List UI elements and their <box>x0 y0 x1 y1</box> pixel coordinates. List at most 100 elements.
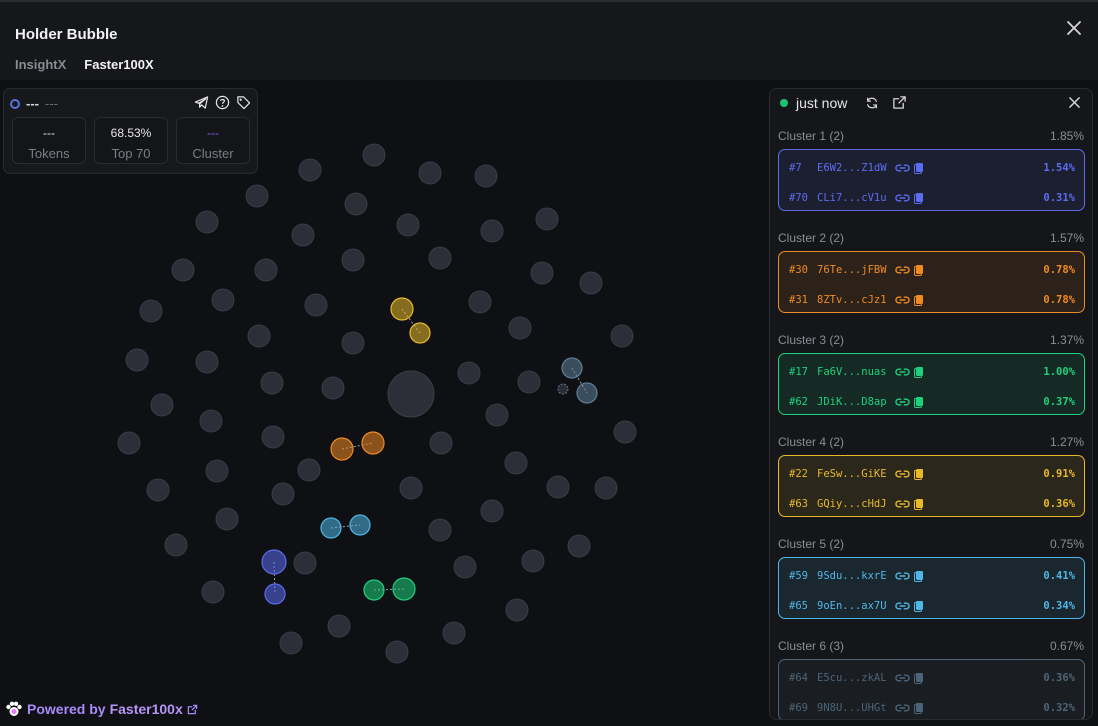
holder-bubble[interactable] <box>594 476 618 500</box>
holder-bubble[interactable] <box>517 370 541 394</box>
holder-bubble[interactable] <box>150 393 174 417</box>
copy-icon[interactable] <box>913 294 925 306</box>
holder-bubble[interactable] <box>457 361 481 385</box>
cluster-holder-row[interactable]: #63 GQiy...cHdJ 0.36% <box>789 497 1075 511</box>
link-icon[interactable] <box>895 294 910 306</box>
holder-bubble[interactable] <box>291 223 315 247</box>
copy-icon[interactable] <box>913 192 925 204</box>
cluster-bubble[interactable] <box>320 517 342 539</box>
cluster-bubble[interactable] <box>363 579 385 601</box>
holder-bubble[interactable] <box>261 425 285 449</box>
copy-icon[interactable] <box>913 498 925 510</box>
holder-bubble[interactable] <box>195 350 219 374</box>
cluster-holder-row[interactable]: #17 Fa6V...nuas 1.00% <box>789 365 1075 379</box>
copy-icon[interactable] <box>913 264 925 276</box>
holder-bubble[interactable] <box>245 184 269 208</box>
copy-icon[interactable] <box>913 396 925 408</box>
holder-bubble[interactable] <box>613 420 637 444</box>
cluster-bubble[interactable] <box>392 577 416 601</box>
holder-bubble[interactable] <box>418 161 442 185</box>
holder-bubble[interactable] <box>341 248 365 272</box>
copy-icon[interactable] <box>913 162 925 174</box>
cluster-bubble[interactable] <box>390 297 414 321</box>
holder-bubble[interactable] <box>205 459 229 483</box>
link-icon[interactable] <box>895 570 910 582</box>
holder-bubble[interactable] <box>428 518 452 542</box>
link-icon[interactable] <box>895 672 910 684</box>
holder-bubble[interactable] <box>139 299 163 323</box>
link-icon[interactable] <box>895 468 910 480</box>
holder-bubble[interactable] <box>579 271 603 295</box>
holder-bubble[interactable] <box>321 376 345 400</box>
cluster-holder-row[interactable]: #59 9Sdu...kxrE 0.41% <box>789 569 1075 583</box>
cluster-bubble[interactable] <box>330 437 354 461</box>
cluster-holder-row[interactable]: #65 9oEn...ax7U 0.34% <box>789 599 1075 613</box>
holder-bubble[interactable] <box>474 164 498 188</box>
holder-bubble[interactable] <box>508 316 532 340</box>
cluster-bubble[interactable] <box>261 549 287 575</box>
holder-bubble[interactable] <box>610 324 634 348</box>
holder-bubble[interactable] <box>298 158 322 182</box>
cluster-bubble[interactable] <box>561 357 583 379</box>
holder-bubble[interactable] <box>567 534 591 558</box>
holder-bubble[interactable] <box>171 258 195 282</box>
holder-bubble[interactable] <box>385 640 409 664</box>
holder-bubble-large[interactable] <box>387 370 435 418</box>
holder-bubble[interactable] <box>211 288 235 312</box>
holder-bubble[interactable] <box>485 403 509 427</box>
panel-close-icon[interactable] <box>1068 96 1081 109</box>
holder-bubble[interactable] <box>429 431 453 455</box>
holder-bubble[interactable] <box>505 598 529 622</box>
holder-bubble[interactable] <box>215 507 239 531</box>
copy-icon[interactable] <box>913 570 925 582</box>
holder-bubble[interactable] <box>199 409 223 433</box>
link-icon[interactable] <box>895 702 910 714</box>
telegram-icon[interactable] <box>194 95 209 110</box>
holder-bubble[interactable] <box>442 621 466 645</box>
cluster-holder-row[interactable]: #7 E6W2...Z1dW 1.54% <box>789 161 1075 175</box>
external-link-icon[interactable] <box>892 95 907 110</box>
holder-bubble[interactable] <box>201 580 225 604</box>
holder-bubble[interactable] <box>546 475 570 499</box>
holder-bubble[interactable] <box>279 631 303 655</box>
copy-icon[interactable] <box>913 600 925 612</box>
help-icon[interactable] <box>215 95 230 110</box>
holder-bubble[interactable] <box>428 246 452 270</box>
holder-bubble[interactable] <box>146 478 170 502</box>
holder-bubble[interactable] <box>195 210 219 234</box>
holder-bubble[interactable] <box>304 293 328 317</box>
cluster-holder-row[interactable]: #31 8ZTv...cJz1 0.78% <box>789 293 1075 307</box>
link-icon[interactable] <box>895 162 910 174</box>
holder-bubble[interactable] <box>125 348 149 372</box>
holder-bubble[interactable] <box>362 143 386 167</box>
holder-bubble[interactable] <box>521 549 545 573</box>
cluster-holder-row[interactable]: #30 76Te...jFBW 0.78% <box>789 263 1075 277</box>
holder-bubble[interactable] <box>396 213 420 237</box>
tab-faster100x[interactable]: Faster100X <box>84 57 153 72</box>
holder-bubble[interactable] <box>254 258 278 282</box>
holder-bubble[interactable] <box>297 458 321 482</box>
tab-insightx[interactable]: InsightX <box>15 57 66 72</box>
holder-bubble[interactable] <box>341 331 365 355</box>
holder-bubble[interactable] <box>480 219 504 243</box>
holder-bubble[interactable] <box>293 551 317 575</box>
copy-icon[interactable] <box>913 468 925 480</box>
holder-bubble[interactable] <box>260 371 284 395</box>
link-icon[interactable] <box>895 192 910 204</box>
holder-bubble[interactable] <box>530 261 554 285</box>
holder-bubble[interactable] <box>164 533 188 557</box>
holder-bubble[interactable] <box>468 290 492 314</box>
cluster-holder-row[interactable]: #69 9N8U...UHGt 0.32% <box>789 701 1075 715</box>
holder-bubble[interactable] <box>504 451 528 475</box>
copy-icon[interactable] <box>913 702 925 714</box>
holder-bubble[interactable] <box>535 207 559 231</box>
holder-bubble[interactable] <box>247 324 271 348</box>
link-icon[interactable] <box>895 396 910 408</box>
link-icon[interactable] <box>895 264 910 276</box>
cluster-holder-row[interactable]: #64 E5cu...zkAL 0.36% <box>789 671 1075 685</box>
cluster-holder-row[interactable]: #70 CLi7...cV1u 0.31% <box>789 191 1075 205</box>
cluster-bubble[interactable] <box>409 322 431 344</box>
cluster-bubble[interactable] <box>576 382 598 404</box>
link-icon[interactable] <box>895 498 910 510</box>
tag-icon[interactable] <box>236 95 251 110</box>
